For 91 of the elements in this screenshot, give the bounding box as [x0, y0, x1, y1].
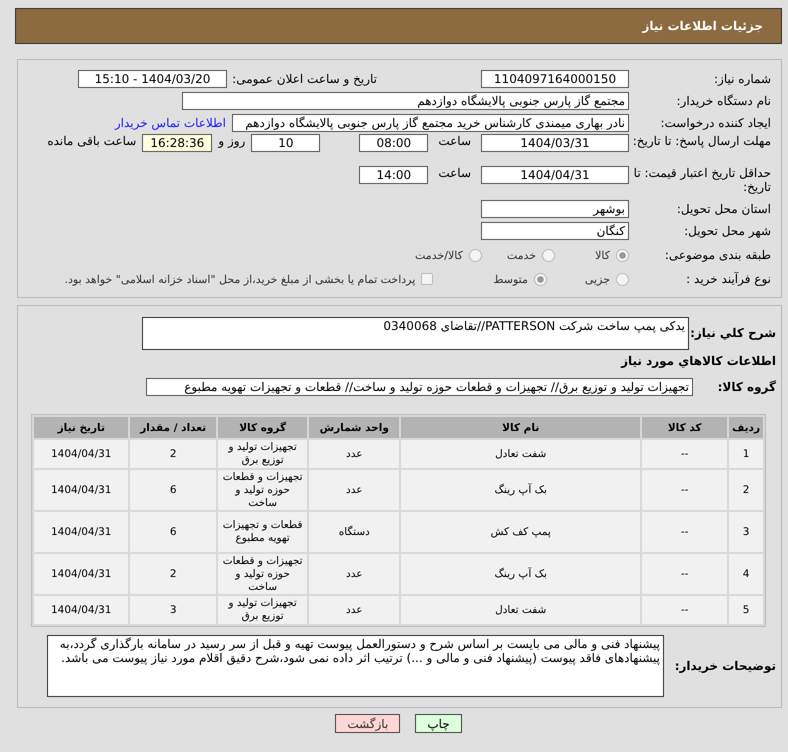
table-cell: 2: [130, 554, 216, 594]
back-button[interactable]: بازگشت: [335, 714, 400, 733]
field-label: مهلت ارسال پاسخ: تا تاریخ:: [632, 134, 771, 148]
field-label: استان محل تحویل:: [676, 202, 771, 216]
table-cell: --: [642, 596, 728, 624]
field-label: شهر محل تحویل:: [683, 224, 771, 238]
table-cell: 6: [130, 512, 216, 552]
radio-button[interactable]: [534, 272, 547, 286]
text-field[interactable]: 1104097164000150: [481, 70, 629, 88]
field-label: شرح کلي نیاز:: [689, 326, 776, 340]
table-cell: بک آپ رینگ: [401, 554, 640, 594]
field-label: طبقه بندی موضوعی:: [664, 248, 771, 262]
radio-button[interactable]: [616, 248, 629, 262]
table-cell: 1404/04/31: [34, 596, 128, 624]
table-cell: شفت تعادل: [401, 440, 640, 468]
text-field[interactable]: 1404/04/31: [481, 166, 629, 184]
table-cell: عدد: [309, 596, 400, 624]
table-cell: 6: [130, 470, 216, 510]
text-field[interactable]: 14:00: [359, 166, 428, 184]
field-label: توضیحات خریدار:: [674, 659, 776, 673]
field-label: گروه کالا:: [716, 380, 776, 394]
text-field[interactable]: 1404/03/31: [481, 134, 629, 152]
column-header: نام کالا: [401, 417, 640, 438]
print-button[interactable]: چاپ: [415, 714, 462, 733]
text-field[interactable]: تجهیزات تولید و توزیع برق// تجهیزات و قطعات حوزه تولید و ساخت// قطعات و تجهیزات تهویه مطبوع: [146, 378, 693, 396]
field-label: ایجاد کننده درخواست:: [659, 116, 771, 130]
table-cell: بک آپ رینگ: [401, 470, 640, 510]
table-cell: تجهیزات و قطعات حوزه تولید و ساخت: [218, 554, 308, 594]
notes-field[interactable]: پیشنهاد فنی و مالی می بایست بر اساس شرح و دستورالعمل پیوست تهیه و قبل از سر رسید در سامانه بارگذاری گردد،به پیشنهادهای فاقد پیوست (پیشنهاد فنی و مالی و ...) ترتیب اثر داده نمی شود،شرح دقیق اقلام مورد نیاز پیوست می باشد.: [47, 635, 664, 697]
table-cell: تجهیزات تولید و توزیع برق: [218, 440, 308, 468]
option-label: خدمت: [506, 248, 536, 262]
text-field[interactable]: 10: [251, 134, 320, 152]
table-cell: 1404/04/31: [34, 470, 128, 510]
table-cell: شفت تعادل: [401, 596, 640, 624]
table-cell: --: [642, 440, 728, 468]
countdown-field[interactable]: 16:28:36: [142, 134, 212, 152]
option-label: کالا/خدمت: [415, 248, 463, 262]
table-cell: 3: [729, 512, 763, 552]
table-cell: 2: [729, 470, 763, 510]
column-header: تعداد / مقدار: [130, 417, 216, 438]
text-field[interactable]: مجتمع گاز پارس جنوبی پالایشگاه دوازدهم: [182, 92, 629, 110]
radio-button[interactable]: [616, 272, 629, 286]
field-label: شماره نیاز:: [713, 72, 771, 86]
table-cell: --: [642, 470, 728, 510]
days-label: روز و: [218, 134, 246, 148]
text-field[interactable]: کنگان: [481, 222, 629, 240]
radio-button[interactable]: [542, 248, 556, 262]
description-field[interactable]: یدکی پمپ ساخت شرکت PATTERSON//تقاضای 0340068: [142, 316, 689, 350]
table-cell: تجهیزات تولید و توزیع برق: [218, 596, 308, 624]
table-cell: پمپ کف کش: [401, 512, 640, 552]
time-label: ساعت: [438, 134, 471, 148]
text-field[interactable]: 08:00: [359, 134, 428, 152]
table-cell: 1404/04/31: [34, 554, 128, 594]
table-cell: عدد: [309, 470, 400, 510]
option-label: متوسط: [493, 272, 528, 286]
column-header: ردیف: [729, 417, 763, 438]
field-label: حداقل تاریخ اعتبار قیمت: تا تاریخ:: [632, 166, 771, 194]
field-label: نوع فرآیند خرید :: [685, 272, 771, 286]
text-field[interactable]: 1404/03/20 - 15:10: [78, 70, 227, 88]
text-field[interactable]: بوشهر: [481, 200, 629, 218]
checkbox[interactable]: [421, 273, 434, 285]
table-cell: 1404/04/31: [34, 440, 128, 468]
table-cell: --: [642, 512, 728, 552]
table-cell: عدد: [309, 440, 400, 468]
table-cell: 5: [729, 596, 763, 624]
field-label: نام دستگاه خریدار:: [676, 94, 771, 108]
column-header: گروه کالا: [218, 417, 308, 438]
table-cell: دستگاه: [309, 512, 400, 552]
option-label: کالا: [595, 248, 610, 262]
section-title: اطلاعات کالاهاي مورد نیاز: [620, 354, 776, 368]
table-cell: 4: [729, 554, 763, 594]
column-header: تاریخ نیاز: [34, 417, 128, 438]
table-cell: 2: [130, 440, 216, 468]
column-header: واحد شمارش: [309, 417, 400, 438]
page-title: جزئیات اطلاعات نیاز: [15, 8, 782, 44]
checkbox-label: پرداخت تمام یا بخشی از مبلغ خرید،از محل "اسناد خزانه اسلامی" خواهد بود.: [64, 272, 416, 286]
column-header: کد کالا: [642, 417, 728, 438]
radio-button[interactable]: [468, 248, 482, 262]
table-cell: 3: [130, 596, 216, 624]
field-label: تاریخ و ساعت اعلان عمومی:: [231, 72, 377, 86]
option-label: جزیی: [584, 272, 610, 286]
table-cell: 1: [729, 440, 763, 468]
table-cell: قطعات و تجهیزات تهویه مطبوع: [218, 512, 308, 552]
remaining-label: ساعت باقی مانده: [47, 134, 136, 148]
contact-link[interactable]: اطلاعات تماس خریدار: [114, 116, 226, 130]
table-cell: 1404/04/31: [34, 512, 128, 552]
time-label: ساعت: [438, 166, 471, 180]
text-field[interactable]: نادر بهاری میمندی کارشناس خرید مجتمع گاز پارس جنوبی پالایشگاه دوازدهم: [232, 114, 629, 132]
table-cell: --: [642, 554, 728, 594]
table-cell: تجهیزات و قطعات حوزه تولید و ساخت: [218, 470, 308, 510]
table-cell: عدد: [309, 554, 400, 594]
